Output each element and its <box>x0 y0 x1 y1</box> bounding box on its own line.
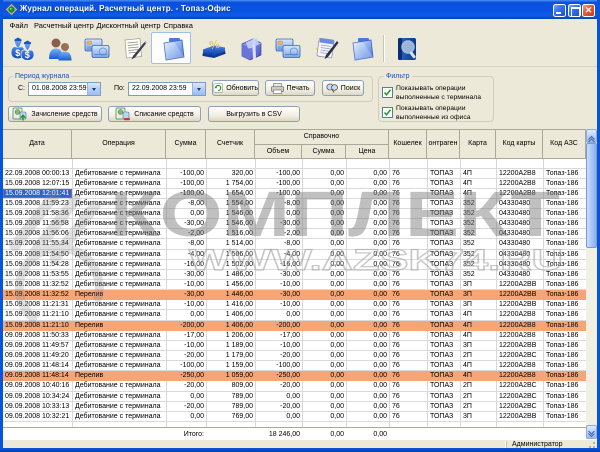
svg-text:%: % <box>207 36 221 52</box>
svg-text:$: $ <box>15 48 20 58</box>
svg-text:$: $ <box>25 50 30 60</box>
